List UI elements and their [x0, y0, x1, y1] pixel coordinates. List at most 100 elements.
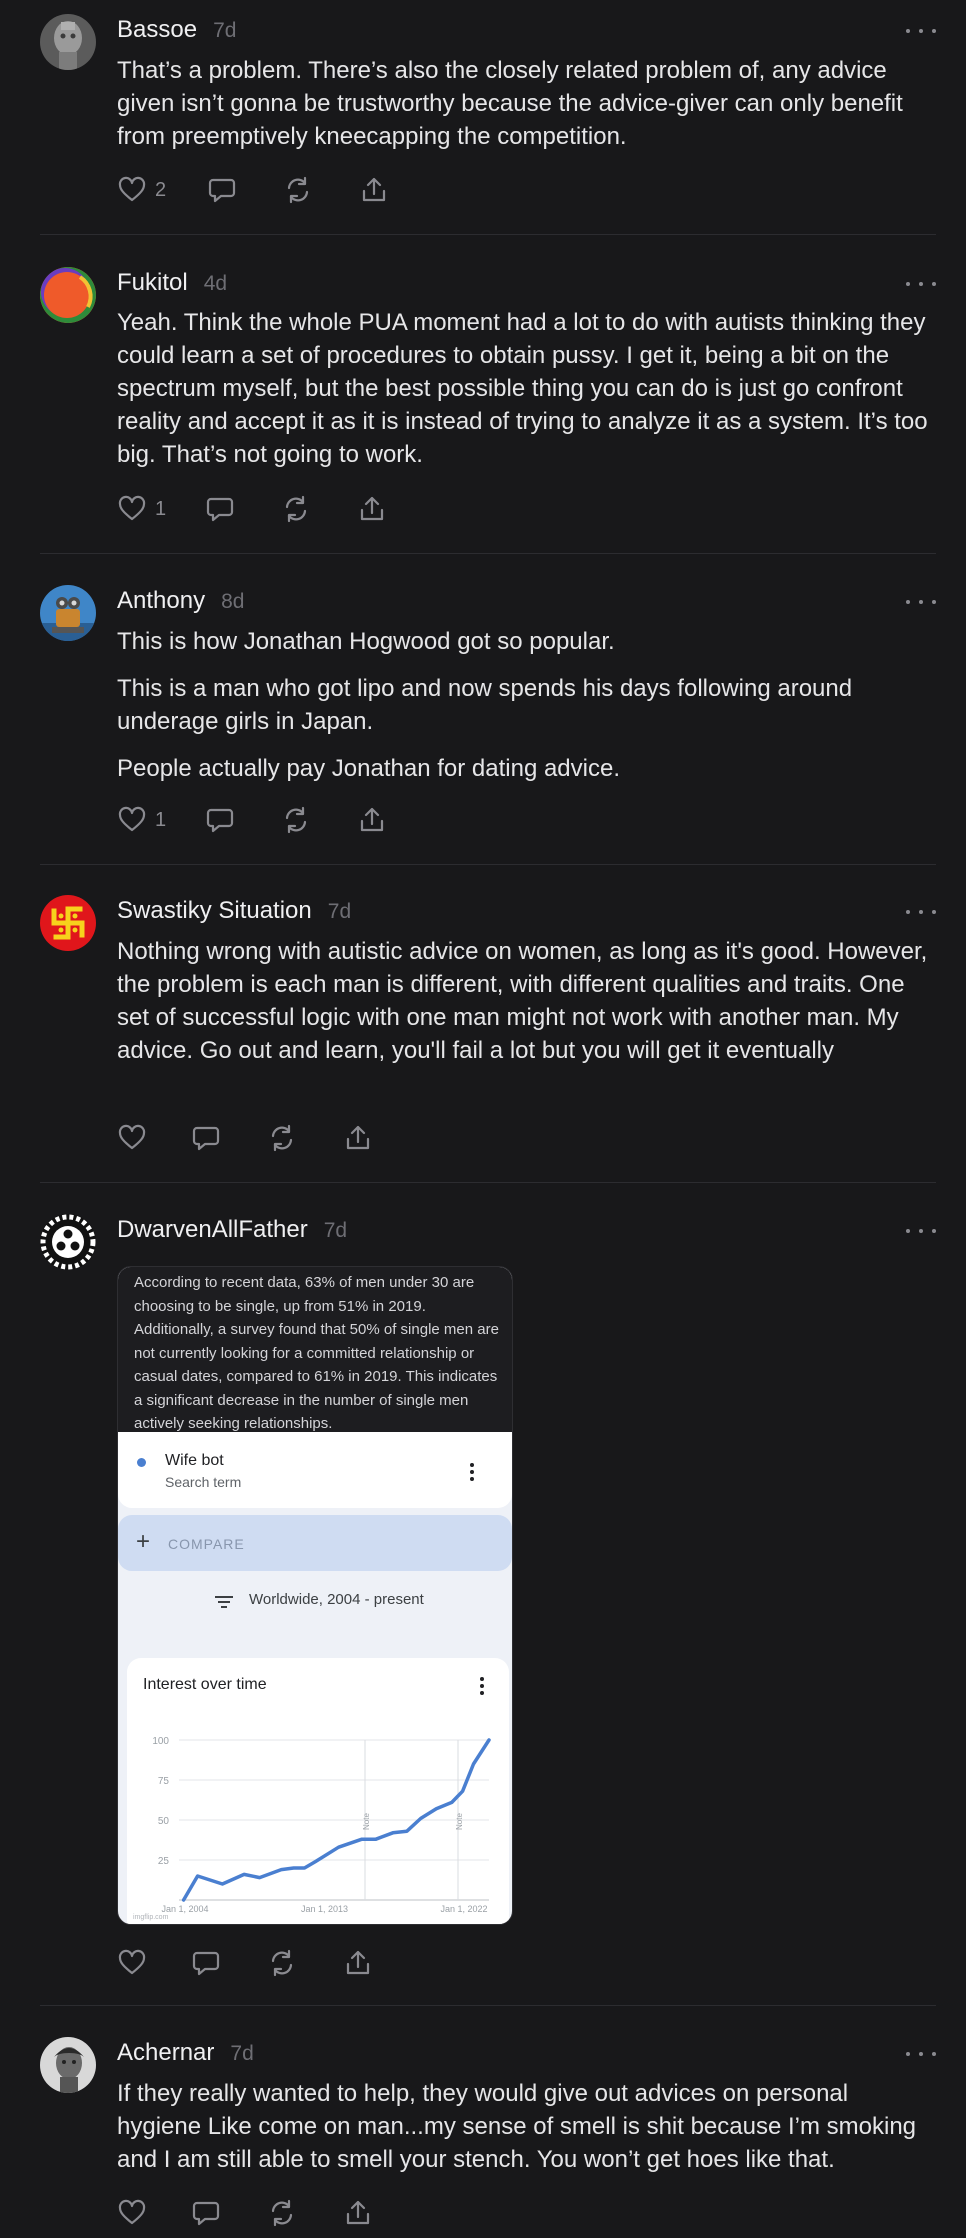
restack-button[interactable] [281, 804, 311, 836]
heart-icon [118, 176, 146, 202]
like-count: 2 [155, 178, 167, 201]
like-count: 1 [155, 497, 167, 520]
comment-text: Nothing wrong with autistic advice on wo… [117, 938, 928, 1064]
comment-header: Bassoe 7d [117, 16, 236, 44]
search-term-name: Wife bot [165, 1452, 224, 1469]
comment-actions [117, 1947, 477, 1979]
heart-icon [118, 806, 146, 832]
author-name[interactable]: Achernar [117, 2039, 214, 2067]
comment-text: That’s a problem. There’s also the close… [117, 57, 903, 150]
author-name[interactable]: Anthony [117, 587, 205, 615]
restack-icon [285, 806, 307, 834]
avatar[interactable] [40, 14, 96, 70]
white-ring-emblem-avatar-icon [40, 1214, 96, 1270]
restack-button[interactable] [267, 2197, 297, 2229]
comment-text: This is a man who got lipo and now spend… [117, 675, 853, 735]
interest-line-chart: 25 50 75 100 Note Note Jan 1, 2004 Jan 1, 2013 J… [133, 1736, 491, 1921]
kebab-menu-icon [480, 1677, 484, 1695]
reply-button[interactable] [191, 2197, 221, 2229]
comment-body: If they really wanted to help, they woul… [117, 2077, 937, 2190]
comment-body: That’s a problem. There’s also the close… [117, 54, 937, 167]
comment-bubble-icon [208, 178, 236, 203]
share-icon [346, 1950, 370, 1975]
avatar[interactable] [40, 585, 96, 641]
share-icon [346, 2200, 370, 2225]
timestamp: 7d [230, 2042, 254, 2065]
divider [40, 1182, 936, 1183]
filter-icon [215, 1596, 233, 1611]
heart-icon [118, 495, 146, 521]
share-button[interactable] [343, 1122, 373, 1154]
like-button[interactable]: 1 [117, 493, 166, 525]
share-button[interactable] [359, 174, 389, 206]
reply-button[interactable] [205, 493, 235, 525]
compare-bar: + COMPARE [118, 1515, 512, 1571]
like-button[interactable]: 1 [117, 804, 166, 836]
series-color-dot [137, 1458, 146, 1467]
comment-text: Yeah. Think the whole PUA moment had a l… [117, 309, 928, 468]
reply-button[interactable] [207, 174, 237, 206]
restack-button[interactable] [267, 1122, 297, 1154]
restack-button[interactable] [281, 493, 311, 525]
restack-icon [271, 1124, 293, 1152]
comment-body: Nothing wrong with autistic advice on wo… [117, 935, 937, 1081]
share-button[interactable] [343, 1947, 373, 1979]
like-button[interactable] [117, 1122, 155, 1154]
timestamp: 7d [213, 19, 237, 42]
author-name[interactable]: DwarvenAllFather [117, 1216, 308, 1244]
avatar[interactable] [40, 267, 96, 323]
reply-button[interactable] [191, 1947, 221, 1979]
divider [40, 2005, 936, 2006]
compare-label: COMPARE [168, 1536, 245, 1552]
x-tick-label: Jan 1, 2022 [440, 1904, 487, 1914]
restack-button[interactable] [267, 1947, 297, 1979]
note-label: Note [455, 1813, 464, 1830]
comment-text: This is how Jonathan Hogwood got so popu… [117, 628, 615, 655]
timestamp: 8d [221, 590, 245, 613]
attached-image[interactable]: According to recent data, 63% of men und… [117, 1266, 513, 1925]
avatar[interactable] [40, 895, 96, 951]
share-button[interactable] [343, 2197, 373, 2229]
comment-header: DwarvenAllFather 7d [117, 1216, 347, 1244]
comment-text: People actually pay Jonathan for dating … [117, 755, 621, 782]
comment-actions: 1 [117, 804, 477, 836]
share-button[interactable] [357, 804, 387, 836]
statue-avatar-icon [40, 2037, 96, 2093]
heart-icon [118, 1949, 146, 1975]
more-options-icon[interactable] [906, 592, 936, 612]
avatar[interactable] [40, 1214, 96, 1270]
search-term-card: Wife bot Search term [118, 1432, 512, 1508]
more-options-icon[interactable] [906, 1221, 936, 1241]
more-options-icon[interactable] [906, 902, 936, 922]
region-label: Worldwide, 2004 - present [249, 1591, 424, 1608]
author-name[interactable]: Swastiky Situation [117, 897, 312, 925]
like-button[interactable] [117, 1947, 155, 1979]
comment-header: Swastiky Situation 7d [117, 897, 351, 925]
comment-feed: Bassoe 7d That’s a problem. There’s also… [0, 0, 966, 2238]
comment-header: Fukitol 4d [117, 269, 227, 297]
restack-button[interactable] [283, 174, 313, 206]
more-options-icon[interactable] [906, 21, 936, 41]
reply-button[interactable] [205, 804, 235, 836]
author-name[interactable]: Fukitol [117, 269, 188, 297]
reply-button[interactable] [191, 1122, 221, 1154]
like-button[interactable]: 2 [117, 174, 166, 206]
more-options-icon[interactable] [906, 274, 936, 294]
image-caption-text: According to recent data, 63% of men und… [118, 1267, 512, 1432]
orange-circle-avatar-icon [40, 267, 96, 323]
comment-bubble-icon [192, 2201, 220, 2226]
timestamp: 7d [323, 1219, 348, 1242]
like-button[interactable] [117, 2197, 155, 2229]
author-name[interactable]: Bassoe [117, 16, 197, 44]
avatar[interactable] [40, 2037, 96, 2093]
comment-actions [117, 1122, 477, 1154]
comment-body: Yeah. Think the whole PUA moment had a l… [117, 306, 937, 485]
like-count: 1 [155, 808, 167, 831]
y-tick-label: 25 [158, 1856, 170, 1867]
x-tick-label: Jan 1, 2004 [161, 1904, 208, 1914]
more-options-icon[interactable] [906, 2044, 936, 2064]
y-tick-label: 100 [152, 1736, 169, 1747]
share-button[interactable] [357, 493, 387, 525]
timestamp: 4d [203, 272, 228, 295]
divider [40, 864, 936, 865]
